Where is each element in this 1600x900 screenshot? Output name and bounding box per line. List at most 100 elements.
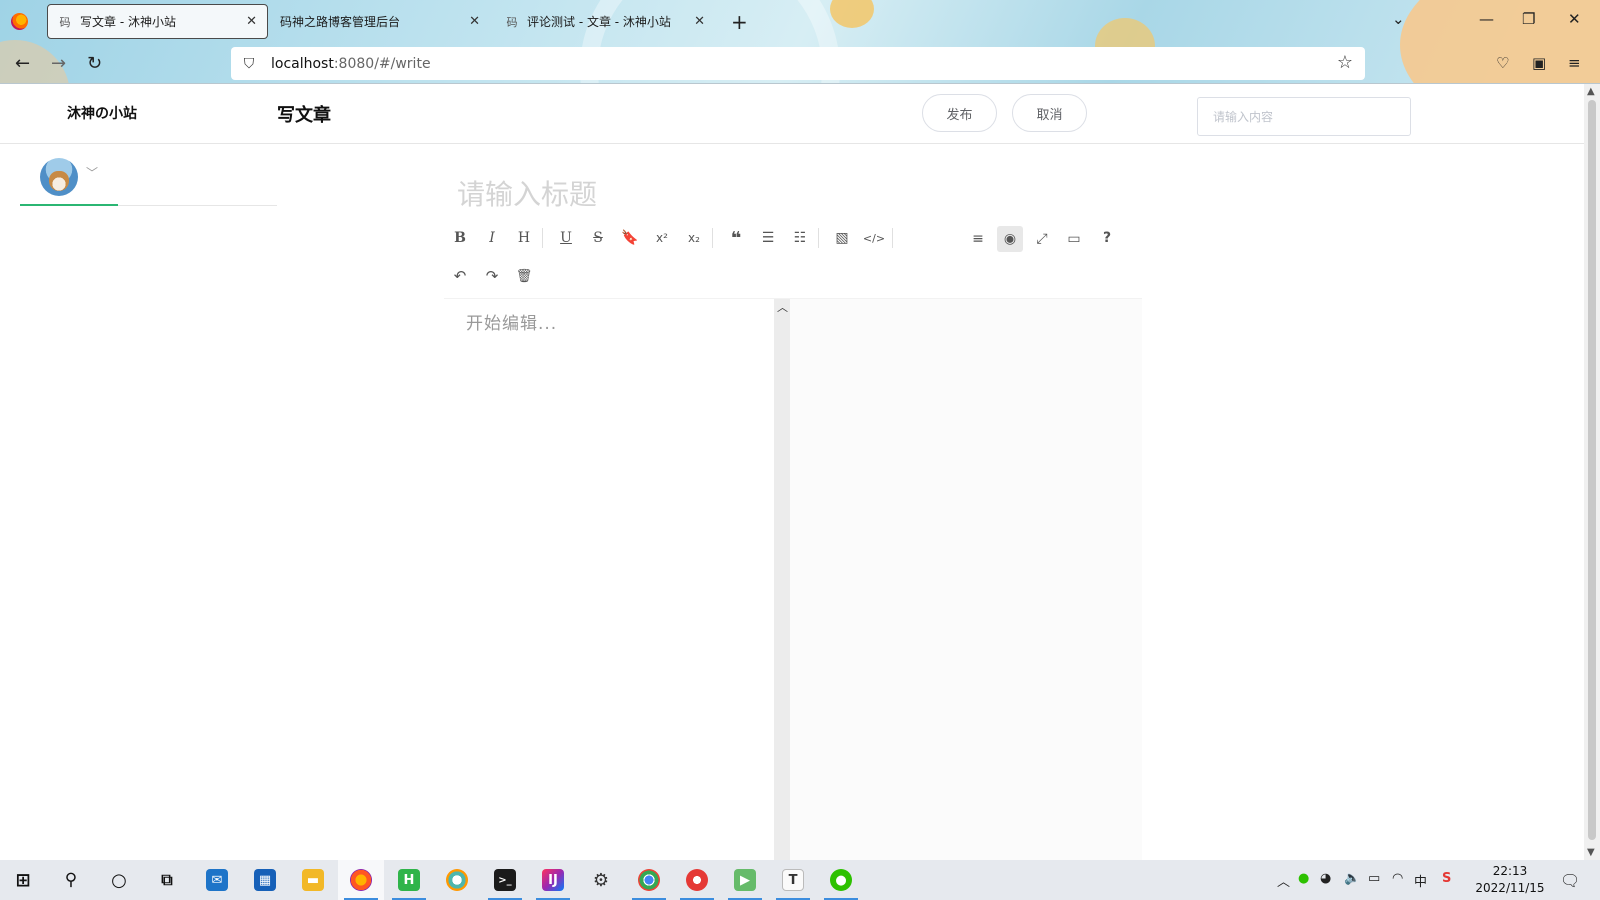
editor-scrollbar[interactable]: ︿ — [774, 299, 790, 860]
store-icon[interactable]: ▦ — [242, 860, 288, 900]
minimize-icon[interactable]: — — [1479, 10, 1494, 28]
code-icon[interactable]: </> — [861, 225, 887, 251]
site-brand[interactable]: 沐神の小站 — [67, 103, 137, 123]
chrome-icon[interactable] — [626, 860, 672, 900]
close-tab-icon[interactable]: ✕ — [694, 14, 705, 29]
forward-arrow-icon[interactable]: → — [51, 53, 66, 74]
page-scrollbar[interactable]: ▲ ▼ — [1584, 84, 1600, 860]
quote-icon[interactable]: ❝ — [723, 225, 749, 251]
back-arrow-icon[interactable]: ← — [15, 53, 30, 74]
terminal-icon[interactable]: >_ — [482, 860, 528, 900]
article-title-input[interactable] — [457, 174, 1137, 214]
active-menu-indicator — [20, 204, 118, 206]
scroll-up-icon[interactable]: ︿ — [777, 299, 788, 315]
browser-icon[interactable] — [434, 860, 480, 900]
undo-icon[interactable]: ↶ — [447, 263, 473, 289]
close-tab-icon[interactable]: ✕ — [246, 14, 257, 29]
cortana-icon[interactable]: ○ — [96, 860, 142, 900]
file-explorer-icon[interactable]: ▬ — [290, 860, 336, 900]
bookmark-star-icon[interactable]: ☆ — [1337, 52, 1353, 73]
firefox-icon[interactable] — [338, 860, 384, 900]
redo-icon[interactable]: ↷ — [479, 263, 505, 289]
ordered-list-icon[interactable]: ☰ — [755, 225, 781, 251]
toolbar-separator — [712, 228, 713, 248]
search-input[interactable] — [1197, 97, 1411, 136]
scroll-up-icon[interactable]: ▲ — [1587, 86, 1595, 97]
scroll-down-icon[interactable]: ▼ — [1587, 847, 1595, 858]
windows-start-icon[interactable]: ⊞ — [0, 860, 46, 900]
settings-icon[interactable]: ⚙ — [578, 860, 624, 900]
mark-icon[interactable]: 🔖 — [617, 225, 643, 251]
system-clock[interactable]: 22:13 2022/11/15 — [1474, 863, 1546, 897]
unordered-list-icon[interactable]: ☷ — [787, 225, 813, 251]
menu-icon[interactable]: ≡ — [1568, 54, 1581, 72]
heading-icon[interactable]: H — [511, 225, 537, 251]
tab-write-article[interactable]: 码 写文章 - 沐神小站 ✕ — [47, 4, 268, 39]
browser-chrome: 码 写文章 - 沐神小站 ✕ 码神之路博客管理后台 ✕ 码 评论测试 - 文章 … — [0, 0, 1600, 84]
restore-icon[interactable]: ❐ — [1522, 10, 1535, 28]
scrollbar-thumb[interactable] — [1588, 100, 1596, 840]
shield-icon[interactable]: ⛉ — [241, 56, 257, 72]
chevron-down-icon[interactable]: ﹀ — [86, 164, 98, 181]
markdown-preview-pane — [790, 299, 1142, 860]
site-favicon-icon: 码 — [506, 15, 518, 29]
strikethrough-icon[interactable]: S — [585, 225, 611, 251]
new-tab-button[interactable]: + — [731, 10, 748, 34]
preview-toggle-icon[interactable]: ◉ — [997, 226, 1023, 252]
site-favicon-icon: 码 — [59, 15, 71, 29]
avatar-image — [49, 171, 69, 191]
pocket-icon[interactable]: ♡ — [1496, 54, 1509, 72]
extension-icon[interactable]: ▣ — [1532, 54, 1546, 72]
volume-icon[interactable]: 🔈 — [1344, 871, 1360, 886]
publish-button[interactable]: 发布 — [922, 94, 997, 132]
sogou-ime-icon[interactable]: S — [1442, 871, 1451, 886]
tab-strip: 码 写文章 - 沐神小站 ✕ 码神之路博客管理后台 ✕ 码 评论测试 - 文章 … — [0, 0, 1600, 44]
tab-label: 码神之路博客管理后台 — [280, 15, 401, 29]
fullscreen-icon[interactable]: ⤢ — [1029, 226, 1055, 252]
underline-icon[interactable]: U — [553, 225, 579, 251]
close-tab-icon[interactable]: ✕ — [469, 14, 480, 29]
site-header: 沐神の小站 写文章 发布 取消 — [0, 84, 1584, 144]
mail-icon[interactable]: ✉ — [194, 860, 240, 900]
hbuilder-icon[interactable]: H — [386, 860, 432, 900]
navigation-icon[interactable]: ≡ — [965, 226, 991, 252]
battery-icon[interactable]: ▭ — [1368, 871, 1380, 886]
reload-icon[interactable]: ↻ — [87, 53, 102, 74]
app-icon[interactable] — [674, 860, 720, 900]
tab-label: 评论测试 - 文章 - 沐神小站 — [527, 15, 671, 29]
help-icon[interactable]: ? — [1094, 225, 1120, 251]
intellij-icon[interactable]: IJ — [530, 860, 576, 900]
wifi-icon[interactable]: ◠ — [1392, 871, 1403, 886]
cancel-button[interactable]: 取消 — [1012, 94, 1087, 132]
tab-comment-test[interactable]: 码 评论测试 - 文章 - 沐神小站 ✕ — [495, 4, 715, 39]
close-window-icon[interactable]: ✕ — [1568, 10, 1581, 28]
image-icon[interactable]: ▧ — [829, 225, 855, 251]
toolbar-separator — [818, 228, 819, 248]
tab-label: 写文章 - 沐神小站 — [80, 15, 176, 29]
wechat-icon[interactable]: ● — [818, 860, 864, 900]
qq-tray-icon[interactable]: ◕ — [1320, 871, 1331, 886]
task-view-icon[interactable]: ⧉ — [144, 860, 190, 900]
content-placeholder: 开始编辑... — [466, 314, 558, 334]
superscript-icon[interactable]: x² — [649, 225, 675, 251]
web-page: 沐神の小站 写文章 发布 取消 ﹀ B I H U S 🔖 x² x₂ ❝ ☰ … — [0, 84, 1584, 860]
tray-expand-icon[interactable]: ︿ — [1277, 871, 1290, 890]
wechat-tray-icon[interactable]: ● — [1298, 871, 1309, 886]
tab-admin-dashboard[interactable]: 码神之路博客管理后台 ✕ — [270, 4, 490, 39]
tab-list-icon[interactable]: ⌄ — [1392, 10, 1405, 28]
bold-icon[interactable]: B — [447, 225, 473, 251]
trash-icon[interactable]: 🗑 — [511, 263, 537, 289]
firefox-logo-icon[interactable] — [11, 13, 28, 30]
toolbar-separator — [892, 228, 893, 248]
subscript-icon[interactable]: x₂ — [681, 225, 707, 251]
typora-icon[interactable]: T — [770, 860, 816, 900]
search-icon[interactable]: ⚲ — [48, 860, 94, 900]
notification-icon[interactable]: 🗨 — [1560, 871, 1580, 890]
video-icon[interactable]: ▶ — [722, 860, 768, 900]
avatar[interactable] — [40, 158, 78, 196]
italic-icon[interactable]: I — [479, 225, 505, 251]
read-mode-icon[interactable]: ▭ — [1061, 226, 1087, 252]
url-bar[interactable]: ⛉ localhost:8080/#/write ☆ — [231, 47, 1365, 80]
input-method-icon[interactable]: 中 — [1414, 871, 1427, 890]
markdown-input-pane[interactable]: 开始编辑... — [444, 299, 774, 860]
